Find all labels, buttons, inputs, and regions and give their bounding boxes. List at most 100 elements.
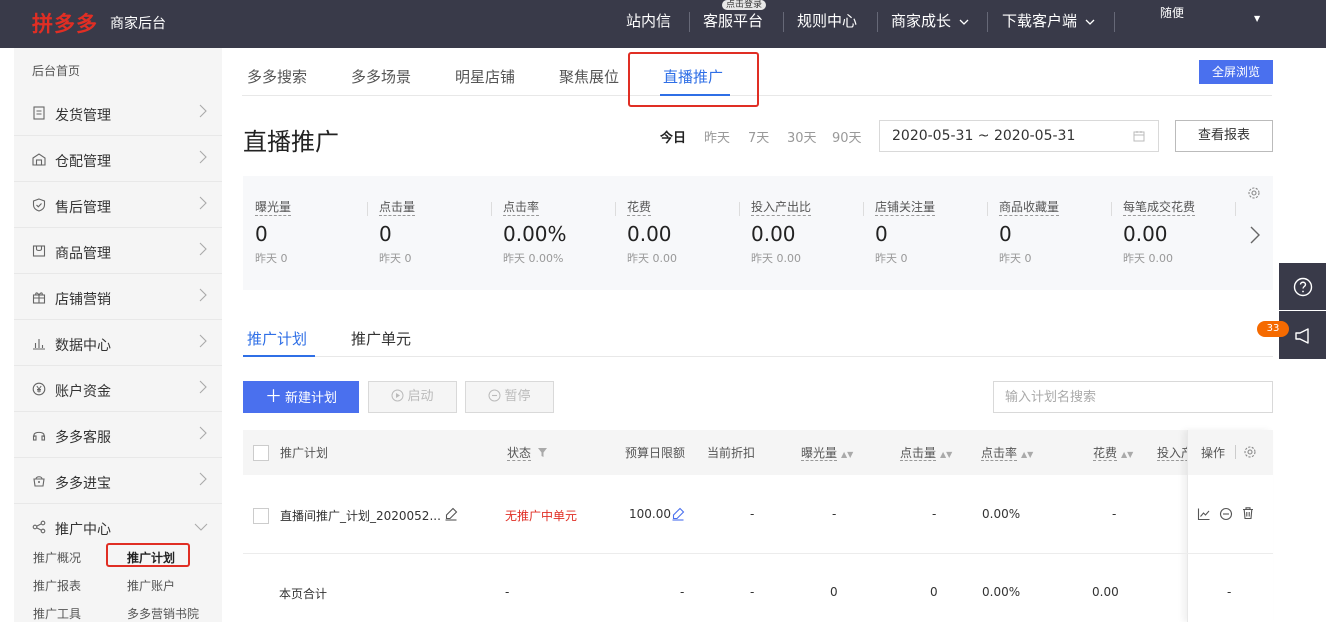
metric-value: 0.00	[751, 222, 796, 246]
date-7days-button[interactable]: 7天	[748, 127, 769, 146]
metric-divider	[863, 202, 864, 216]
metric-label[interactable]: 店铺关注量	[875, 198, 936, 216]
row-checkbox[interactable]	[253, 508, 269, 524]
sub-link-promotion-overview[interactable]: 推广概况	[33, 549, 81, 566]
sidebar-item-after-sales[interactable]: 售后管理	[14, 182, 222, 228]
sidebar-item-duoduo-jinbao[interactable]: 多多进宝	[14, 458, 222, 504]
header-ctr[interactable]: 点击率 ▲▼	[981, 444, 1033, 461]
date-90days-button[interactable]: 90天	[832, 127, 862, 146]
metric-label[interactable]: 花费	[627, 198, 652, 216]
nav-merchant-growth[interactable]: 商家成长	[891, 10, 969, 31]
chevron-right-icon	[199, 242, 207, 256]
edit-icon[interactable]	[444, 507, 458, 521]
sidebar-item-warehouse[interactable]: 仓配管理	[14, 136, 222, 182]
header-status[interactable]: 状态	[507, 444, 547, 461]
date-range-picker[interactable]: 2020-05-31 ~ 2020-05-31	[879, 120, 1159, 152]
sidebar-item-account-funds[interactable]: 账户资金	[14, 366, 222, 412]
start-button[interactable]: 启动	[368, 381, 457, 413]
sort-icon[interactable]: ▲▼	[1121, 450, 1133, 459]
header-clicks[interactable]: 点击量 ▲▼	[900, 444, 952, 461]
play-icon	[391, 389, 404, 402]
nav-rules-center[interactable]: 规则中心	[797, 10, 857, 31]
metric-value: 0.00	[627, 222, 672, 246]
help-button[interactable]	[1279, 263, 1326, 310]
metric-label[interactable]: 商品收藏量	[999, 198, 1060, 216]
nav-download-client[interactable]: 下载客户端	[1002, 10, 1095, 31]
line-chart-icon[interactable]	[1197, 507, 1211, 521]
plan-discount: -	[750, 507, 755, 521]
shield-icon	[32, 198, 46, 212]
new-plan-button[interactable]: ＋新建计划	[243, 381, 359, 413]
tab-focus-booth[interactable]: 聚焦展位	[559, 66, 619, 87]
metric-label[interactable]: 点击率	[503, 198, 540, 216]
metric-product-favorites: 商品收藏量 0 昨天 0	[999, 198, 1119, 266]
metric-yesterday: 昨天 0.00	[751, 252, 801, 265]
brand-logo[interactable]: 拼多多	[32, 8, 98, 38]
header-operations: 操作	[1201, 446, 1226, 460]
nav-divider	[783, 12, 784, 32]
nav-messages[interactable]: 站内信	[626, 10, 671, 31]
metric-label[interactable]: 曝光量	[255, 198, 292, 216]
tab-duoduo-search[interactable]: 多多搜索	[247, 66, 307, 87]
top-bar: 拼多多 商家后台 站内信 客服平台 点击登录 规则中心 商家成长 下载客户端 随…	[0, 0, 1326, 48]
sidebar-home-link[interactable]: 后台首页	[32, 62, 80, 79]
tab-promotion-plan[interactable]: 推广计划	[247, 328, 307, 349]
fullscreen-button[interactable]: 全屏浏览	[1199, 60, 1273, 84]
total-clicks: 0	[930, 585, 938, 599]
nav-customer-service[interactable]: 客服平台	[703, 10, 763, 31]
total-budget: -	[680, 585, 685, 599]
select-all-checkbox[interactable]	[253, 445, 269, 461]
gift-icon	[32, 292, 46, 304]
header-cost[interactable]: 花费 ▲▼	[1093, 444, 1133, 461]
trash-icon[interactable]	[1241, 506, 1255, 520]
sidebar-item-store-marketing[interactable]: 店铺营销	[14, 274, 222, 320]
date-yesterday-button[interactable]: 昨天	[704, 127, 730, 146]
metric-divider	[1111, 202, 1112, 216]
metric-value: 0	[379, 222, 392, 246]
header-impressions[interactable]: 曝光量 ▲▼	[801, 444, 853, 461]
view-report-button[interactable]: 查看报表	[1175, 120, 1273, 152]
minus-circle-icon[interactable]	[1219, 507, 1233, 521]
date-today-button[interactable]: 今日	[660, 127, 686, 146]
sidebar-item-data-center[interactable]: 数据中心	[14, 320, 222, 366]
tab-duoduo-scene[interactable]: 多多场景	[351, 66, 411, 87]
sidebar-item-shipping[interactable]: 发货管理	[14, 90, 222, 136]
chevron-down-icon	[194, 523, 208, 531]
user-name[interactable]: 随便	[1160, 4, 1184, 21]
nav-divider	[689, 12, 690, 32]
tab-promotion-unit[interactable]: 推广单元	[351, 328, 411, 349]
start-label: 启动	[407, 389, 434, 404]
chevron-right-icon	[199, 150, 207, 164]
metric-label[interactable]: 每笔成交花费	[1123, 198, 1196, 216]
nav-divider	[987, 12, 988, 32]
user-menu-caret-icon[interactable]: ▼	[1254, 14, 1260, 23]
plan-search-input[interactable]	[993, 381, 1273, 413]
sort-icon[interactable]: ▲▼	[1021, 450, 1033, 459]
sub-link-promotion-account[interactable]: 推广账户	[127, 577, 175, 594]
minus-circle-icon	[488, 389, 501, 402]
sub-link-promotion-tools[interactable]: 推广工具	[33, 605, 81, 622]
metric-store-follows: 店铺关注量 0 昨天 0	[875, 198, 995, 266]
sub-link-promotion-report[interactable]: 推广报表	[33, 577, 81, 594]
sidebar-item-customer-service[interactable]: 多多客服	[14, 412, 222, 458]
plan-name[interactable]: 直播间推广_计划_2020052...	[280, 507, 441, 524]
plan-clicks: -	[932, 507, 937, 521]
filter-icon[interactable]	[537, 448, 547, 457]
metric-yesterday: 昨天 0	[875, 252, 908, 265]
sort-icon[interactable]: ▲▼	[940, 450, 952, 459]
sidebar-item-label: 售后管理	[55, 200, 111, 216]
tab-star-store[interactable]: 明星店铺	[455, 66, 515, 87]
metric-divider	[987, 202, 988, 216]
sub-link-marketing-academy[interactable]: 多多营销书院	[127, 605, 199, 622]
gear-icon[interactable]	[1243, 445, 1257, 459]
chevron-right-icon[interactable]	[1250, 226, 1260, 244]
metric-label[interactable]: 点击量	[379, 198, 416, 216]
gear-icon[interactable]	[1247, 186, 1261, 200]
pause-button[interactable]: 暂停	[465, 381, 554, 413]
edit-icon[interactable]	[671, 507, 685, 521]
sidebar-item-label: 店铺营销	[55, 292, 111, 308]
sidebar-item-products[interactable]: 商品管理	[14, 228, 222, 274]
metric-label[interactable]: 投入产出比	[751, 198, 812, 216]
sort-icon[interactable]: ▲▼	[841, 450, 853, 459]
date-30days-button[interactable]: 30天	[787, 127, 817, 146]
